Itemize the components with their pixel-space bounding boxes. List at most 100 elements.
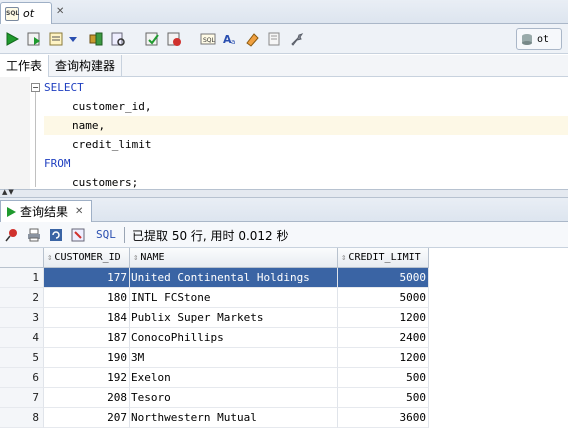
code-line: customer_id, bbox=[72, 100, 152, 113]
sort-icon[interactable]: ⇕ bbox=[47, 253, 52, 263]
tab-worksheet[interactable]: 工作表 bbox=[0, 55, 50, 77]
worksheet-toolbar: SQL Aa ot bbox=[0, 24, 568, 54]
cell-name[interactable]: ConocoPhillips bbox=[130, 328, 338, 348]
cell-credit-limit[interactable]: 1200 bbox=[338, 348, 429, 368]
toolbar-separator bbox=[124, 227, 125, 243]
results-tab-strip: 查询结果 ✕ bbox=[0, 198, 568, 222]
table-row[interactable]: 1 177 United Continental Holdings 5000 bbox=[0, 268, 568, 288]
table-row[interactable]: 6 192 Exelon 500 bbox=[0, 368, 568, 388]
cell-customer-id[interactable]: 190 bbox=[44, 348, 130, 368]
cell-name[interactable]: INTL FCStone bbox=[130, 288, 338, 308]
row-number: 8 bbox=[0, 408, 44, 428]
cancel-fetch-icon[interactable] bbox=[69, 226, 87, 244]
column-header-label: NAME bbox=[140, 252, 165, 263]
fetch-status: 已提取 50 行, 用时 0.012 秒 bbox=[132, 229, 289, 243]
row-number: 4 bbox=[0, 328, 44, 348]
column-header-credit-limit[interactable]: ⇕ CREDIT_LIMIT bbox=[338, 248, 429, 268]
fold-guide bbox=[35, 87, 36, 187]
connection-selector[interactable]: ot bbox=[516, 28, 562, 50]
editor-gutter bbox=[0, 77, 30, 189]
cell-name[interactable]: Publix Super Markets bbox=[130, 308, 338, 328]
fold-toggle-icon[interactable]: − bbox=[31, 83, 40, 92]
run-result-icon bbox=[7, 206, 16, 217]
commit-icon[interactable] bbox=[142, 29, 162, 49]
run-statement-icon[interactable] bbox=[2, 29, 22, 49]
table-row[interactable]: 5 190 3M 1200 bbox=[0, 348, 568, 368]
table-row[interactable]: 4 187 ConocoPhillips 2400 bbox=[0, 328, 568, 348]
cell-customer-id[interactable]: 192 bbox=[44, 368, 130, 388]
column-header-customer-id[interactable]: ⇕ CUSTOMER_ID bbox=[44, 248, 130, 268]
svg-text:a: a bbox=[231, 38, 235, 46]
cell-name[interactable]: Northwestern Mutual bbox=[130, 408, 338, 428]
column-header-name[interactable]: ⇕ NAME bbox=[130, 248, 338, 268]
table-row[interactable]: 2 180 INTL FCStone 5000 bbox=[0, 288, 568, 308]
table-row[interactable]: 3 184 Publix Super Markets 1200 bbox=[0, 308, 568, 328]
query-result-tab[interactable]: 查询结果 ✕ bbox=[0, 200, 92, 222]
database-icon bbox=[522, 34, 532, 45]
format-icon[interactable] bbox=[264, 29, 284, 49]
column-header-label: CREDIT_LIMIT bbox=[348, 252, 421, 263]
cell-credit-limit[interactable]: 1200 bbox=[338, 308, 429, 328]
autotrace-icon[interactable] bbox=[46, 29, 66, 49]
worksheet-tab-label: ot bbox=[23, 7, 35, 20]
cell-name[interactable]: Tesoro bbox=[130, 388, 338, 408]
row-number: 2 bbox=[0, 288, 44, 308]
splitter-arrows-icon[interactable]: ▲▼ bbox=[2, 188, 15, 196]
cell-customer-id[interactable]: 180 bbox=[44, 288, 130, 308]
code-line: credit_limit bbox=[72, 138, 152, 151]
row-number-header bbox=[0, 248, 44, 268]
cell-credit-limit[interactable]: 5000 bbox=[338, 268, 429, 288]
query-result-tab-label: 查询结果 bbox=[20, 205, 69, 219]
column-header-label: CUSTOMER_ID bbox=[54, 252, 121, 263]
results-grid[interactable]: ⇕ CUSTOMER_ID ⇕ NAME ⇕ CREDIT_LIMIT 1 177 U… bbox=[0, 248, 568, 428]
cell-name[interactable]: Exelon bbox=[130, 368, 338, 388]
cell-customer-id[interactable]: 207 bbox=[44, 408, 130, 428]
table-row[interactable]: 8 207 Northwestern Mutual 3600 bbox=[0, 408, 568, 428]
cell-credit-limit[interactable]: 5000 bbox=[338, 288, 429, 308]
sql-tuning-icon[interactable] bbox=[108, 29, 128, 49]
cell-customer-id[interactable]: 177 bbox=[44, 268, 130, 288]
refresh-icon[interactable] bbox=[47, 226, 65, 244]
run-script-icon[interactable] bbox=[24, 29, 44, 49]
cell-credit-limit[interactable]: 500 bbox=[338, 368, 429, 388]
sql-link[interactable]: SQL bbox=[96, 228, 116, 241]
cell-customer-id[interactable]: 208 bbox=[44, 388, 130, 408]
close-result-tab-icon[interactable]: ✕ bbox=[75, 206, 83, 217]
code-line-current: name, bbox=[44, 116, 568, 135]
svg-text:SQL: SQL bbox=[203, 37, 216, 44]
tab-query-builder[interactable]: 查询构建器 bbox=[49, 55, 123, 77]
explain-plan-icon[interactable] bbox=[86, 29, 106, 49]
code-line: FROM bbox=[44, 157, 71, 170]
worksheet-tab[interactable]: SQL ot bbox=[0, 2, 52, 24]
close-tab-icon[interactable]: ✕ bbox=[56, 6, 64, 17]
cell-name[interactable]: 3M bbox=[130, 348, 338, 368]
table-row[interactable]: 7 208 Tesoro 500 bbox=[0, 388, 568, 408]
uppercase-icon[interactable]: Aa bbox=[220, 29, 240, 49]
clear-eraser-icon[interactable] bbox=[242, 29, 262, 49]
row-number: 6 bbox=[0, 368, 44, 388]
sort-icon[interactable]: ⇕ bbox=[133, 253, 138, 263]
document-tab-strip: SQL ot ✕ bbox=[0, 0, 568, 24]
connection-label: ot bbox=[537, 33, 550, 45]
cell-customer-id[interactable]: 187 bbox=[44, 328, 130, 348]
row-number: 1 bbox=[0, 268, 44, 288]
sort-icon[interactable]: ⇕ bbox=[341, 253, 346, 263]
cell-credit-limit[interactable]: 3600 bbox=[338, 408, 429, 428]
pane-splitter[interactable]: ▲▼ bbox=[0, 188, 568, 198]
cell-credit-limit[interactable]: 500 bbox=[338, 388, 429, 408]
pin-icon[interactable] bbox=[3, 226, 21, 244]
sql-editor[interactable]: − SELECT customer_id, name, credit_limit… bbox=[0, 77, 568, 189]
print-icon[interactable] bbox=[25, 226, 43, 244]
code-line: SELECT bbox=[44, 81, 84, 94]
row-number: 5 bbox=[0, 348, 44, 368]
dropdown-arrow-icon[interactable] bbox=[66, 29, 80, 49]
row-number: 7 bbox=[0, 388, 44, 408]
cell-credit-limit[interactable]: 2400 bbox=[338, 328, 429, 348]
cell-name[interactable]: United Continental Holdings bbox=[130, 268, 338, 288]
sql-history-icon[interactable]: SQL bbox=[198, 29, 218, 49]
cell-customer-id[interactable]: 184 bbox=[44, 308, 130, 328]
wrench-icon[interactable] bbox=[286, 29, 306, 49]
rollback-icon[interactable] bbox=[164, 29, 184, 49]
row-number: 3 bbox=[0, 308, 44, 328]
sql-file-icon: SQL bbox=[5, 6, 19, 21]
